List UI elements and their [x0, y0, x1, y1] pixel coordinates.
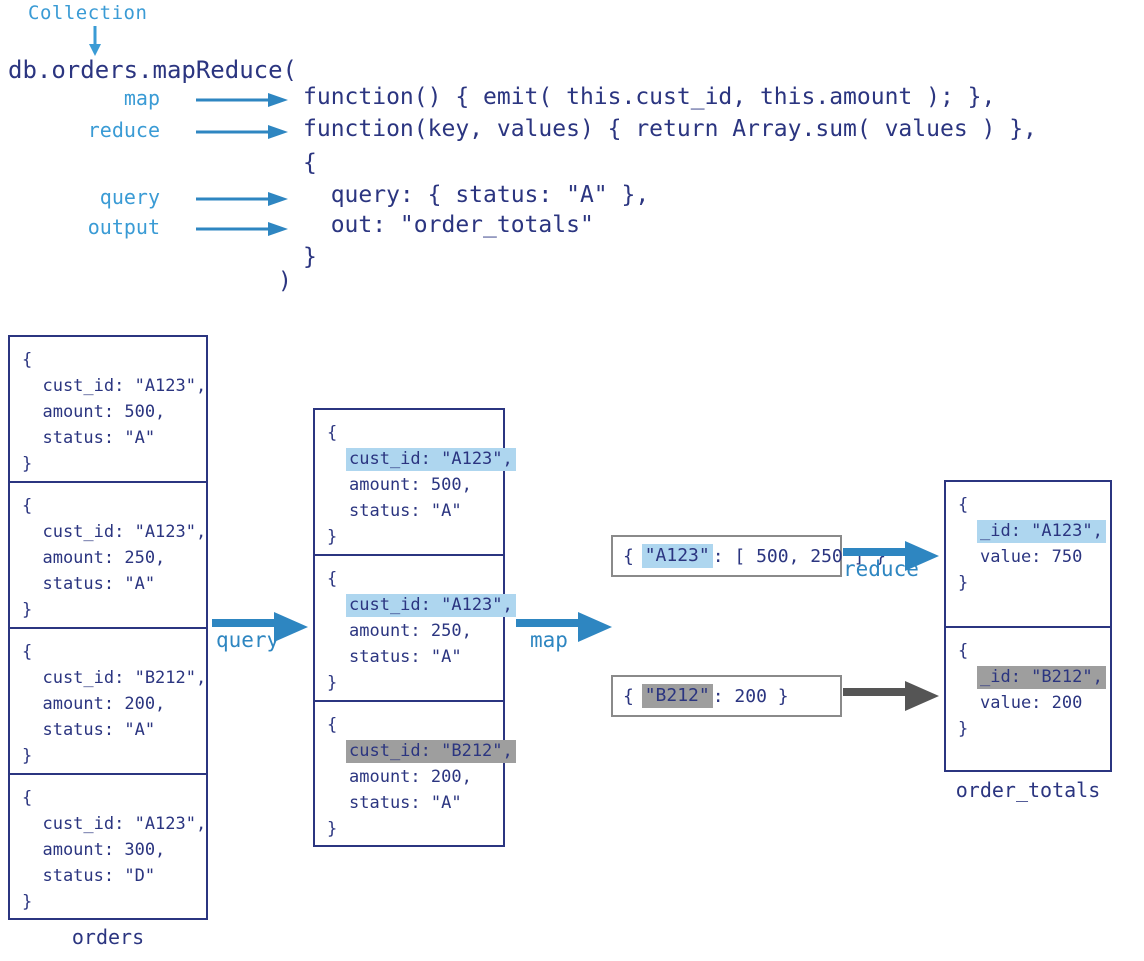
- doc-brace-close: }: [327, 670, 503, 696]
- queried-document: { cust_id: "A123", amount: 500, status: …: [315, 410, 503, 556]
- doc-brace-close: }: [22, 743, 206, 769]
- doc-field-status: status: "A": [22, 717, 206, 743]
- doc-field-cust-id: cust_id: "A123",: [327, 592, 503, 618]
- doc-brace-close: }: [22, 597, 206, 623]
- doc-brace-open: {: [22, 347, 206, 373]
- doc-field-cust-id: cust_id: "A123",: [327, 446, 503, 472]
- code-line-out-option: out: "order_totals": [303, 212, 594, 238]
- doc-field-id: _id: "B212",: [958, 664, 1110, 690]
- param-arrow-map-icon: [196, 92, 288, 108]
- code-line-options-close: }: [303, 244, 317, 270]
- doc-field-amount: amount: 250,: [22, 545, 206, 571]
- code-line-call-close: ): [278, 268, 292, 294]
- doc-brace-close: }: [22, 451, 206, 477]
- doc-field-value: value: 750: [958, 544, 1110, 570]
- queried-documents-box: { cust_id: "A123", amount: 500, status: …: [313, 408, 505, 847]
- doc-brace-close: }: [22, 889, 206, 915]
- doc-field-amount: amount: 500,: [327, 472, 503, 498]
- doc-brace-open: {: [22, 785, 206, 811]
- doc-brace-close: }: [327, 816, 503, 842]
- param-label-map: map: [0, 86, 160, 110]
- doc-field-amount: amount: 500,: [22, 399, 206, 425]
- flow-arrow-map-label: map: [530, 628, 568, 652]
- doc-field-amount: amount: 250,: [327, 618, 503, 644]
- code-line-query-option: query: { status: "A" },: [303, 182, 649, 208]
- mapreduce-call-block: Collection db.orders.mapReduce( map redu…: [0, 0, 1144, 310]
- doc-field-status: status: "A": [327, 498, 503, 524]
- cust-id-highlight: cust_id: "B212",: [346, 740, 516, 763]
- orders-document: { cust_id: "B212", amount: 200, status: …: [10, 629, 206, 775]
- doc-brace-open: {: [327, 420, 503, 446]
- doc-field-status: status: "A": [22, 425, 206, 451]
- param-label-output: output: [0, 215, 160, 239]
- doc-field-status: status: "A": [327, 644, 503, 670]
- doc-field-cust-id: cust_id: "B212",: [327, 738, 503, 764]
- doc-brace-close: }: [958, 716, 1110, 742]
- emit-rest: : 200 }: [713, 686, 789, 707]
- doc-brace-close: }: [958, 570, 1110, 596]
- doc-brace-close: }: [327, 524, 503, 550]
- code-line-map-function: function() { emit( this.cust_id, this.am…: [303, 84, 995, 110]
- doc-field-value: value: 200: [958, 690, 1110, 716]
- order-totals-collection-box: { _id: "A123", value: 750 } { _id: "B212…: [944, 480, 1112, 772]
- flow-arrow-reduce-label: reduce: [843, 557, 919, 581]
- mapreduce-call-head: db.orders.mapReduce(: [8, 56, 297, 84]
- queried-document: { cust_id: "B212", amount: 200, status: …: [315, 702, 503, 847]
- code-line-options-open: {: [303, 150, 317, 176]
- doc-field-amount: amount: 200,: [327, 764, 503, 790]
- param-label-query: query: [0, 185, 160, 209]
- cust-id-highlight: cust_id: "A123",: [346, 448, 516, 471]
- param-arrow-query-icon: [196, 191, 288, 207]
- doc-field-status: status: "D": [22, 863, 206, 889]
- doc-field-cust-id: cust_id: "A123",: [22, 519, 206, 545]
- doc-field-amount: amount: 200,: [22, 691, 206, 717]
- doc-brace-open: {: [958, 638, 1110, 664]
- orders-document: { cust_id: "A123", amount: 500, status: …: [10, 337, 206, 483]
- emit-key-highlight: "B212": [642, 684, 713, 708]
- doc-brace-open: {: [327, 712, 503, 738]
- output-document: { _id: "B212", value: 200 }: [946, 628, 1110, 773]
- emit-key-highlight: "A123": [642, 544, 713, 568]
- doc-brace-open: {: [22, 639, 206, 665]
- doc-brace-open: {: [22, 493, 206, 519]
- param-label-reduce: reduce: [0, 118, 160, 142]
- cust-id-highlight: cust_id: "A123",: [346, 594, 516, 617]
- orders-document: { cust_id: "A123", amount: 250, status: …: [10, 483, 206, 629]
- orders-document: { cust_id: "A123", amount: 300, status: …: [10, 775, 206, 920]
- order-totals-collection-caption: order_totals: [944, 778, 1112, 802]
- doc-field-status: status: "A": [22, 571, 206, 597]
- collection-callout-label: Collection: [28, 2, 147, 24]
- queried-document: { cust_id: "A123", amount: 250, status: …: [315, 556, 503, 702]
- code-line-reduce-function: function(key, values) { return Array.sum…: [303, 116, 1037, 142]
- id-highlight: _id: "B212",: [977, 666, 1106, 689]
- emitted-pair-box: { "A123": [ 500, 250 ] }: [611, 535, 842, 577]
- param-arrow-reduce-icon: [196, 124, 288, 140]
- doc-field-status: status: "A": [327, 790, 503, 816]
- param-arrow-output-icon: [196, 221, 288, 237]
- id-highlight: _id: "A123",: [977, 520, 1106, 543]
- flow-arrow-merge: [843, 681, 939, 711]
- doc-field-amount: amount: 300,: [22, 837, 206, 863]
- orders-collection-box: { cust_id: "A123", amount: 500, status: …: [8, 335, 208, 920]
- doc-field-cust-id: cust_id: "A123",: [22, 373, 206, 399]
- doc-field-cust-id: cust_id: "A123",: [22, 811, 206, 837]
- doc-field-id: _id: "A123",: [958, 518, 1110, 544]
- collection-pointer-arrow-icon: [85, 26, 105, 58]
- doc-field-cust-id: cust_id: "B212",: [22, 665, 206, 691]
- flow-arrow-query-label: query: [216, 628, 279, 652]
- doc-brace-open: {: [327, 566, 503, 592]
- orders-collection-caption: orders: [8, 925, 208, 949]
- output-document: { _id: "A123", value: 750 }: [946, 482, 1110, 628]
- emitted-pair-box: { "B212": 200 }: [611, 675, 842, 717]
- doc-brace-open: {: [958, 492, 1110, 518]
